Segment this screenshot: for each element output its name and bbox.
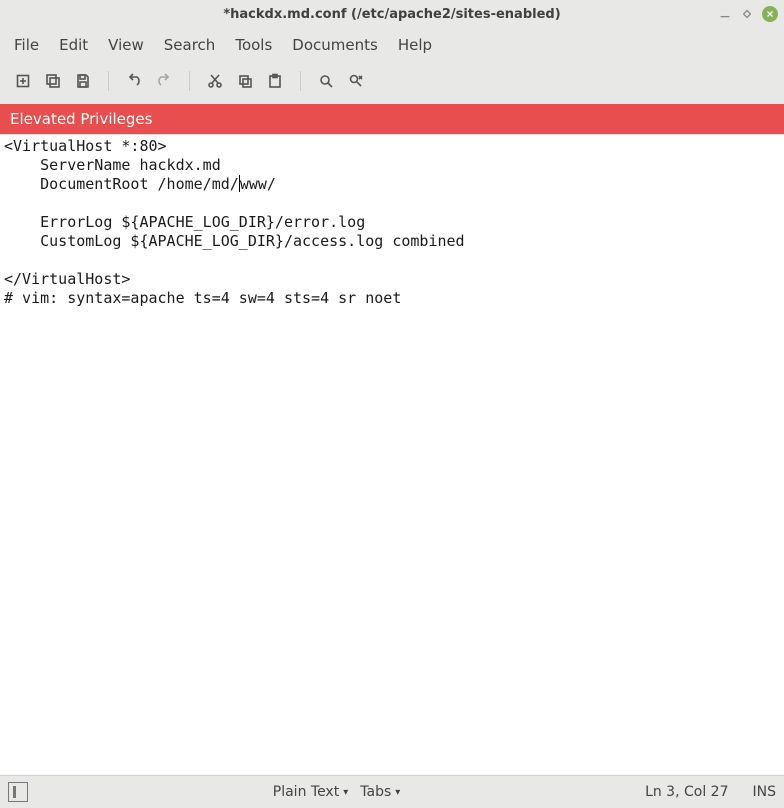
syntax-mode-selector[interactable]: Plain Text ▾ <box>273 784 348 800</box>
editor-area: <VirtualHost *:80> ServerName hackdx.md … <box>0 134 784 775</box>
indent-mode-selector[interactable]: Tabs ▾ <box>360 784 400 800</box>
menu-edit[interactable]: Edit <box>49 32 98 58</box>
paste-button[interactable] <box>262 68 288 94</box>
find-button[interactable] <box>313 68 339 94</box>
toolbar-separator <box>108 71 109 91</box>
menu-tools[interactable]: Tools <box>225 32 282 58</box>
text-editor[interactable]: <VirtualHost *:80> ServerName hackdx.md … <box>0 135 784 775</box>
toolbar-separator <box>300 71 301 91</box>
menu-documents[interactable]: Documents <box>282 32 388 58</box>
menu-file[interactable]: File <box>4 32 49 58</box>
text-cursor <box>239 175 240 192</box>
new-file-button[interactable] <box>10 68 36 94</box>
toolbar-separator <box>189 71 190 91</box>
dropdown-caret-icon: ▾ <box>395 787 400 798</box>
menu-view[interactable]: View <box>98 32 154 58</box>
close-button[interactable] <box>762 6 778 22</box>
window-title: *hackdx.md.conf (/etc/apache2/sites-enab… <box>223 7 560 22</box>
menu-bar: File Edit View Search Tools Documents He… <box>0 28 784 62</box>
find-replace-button[interactable] <box>343 68 369 94</box>
tool-bar <box>0 62 784 104</box>
syntax-mode-label: Plain Text <box>273 784 339 800</box>
redo-button[interactable] <box>151 68 177 94</box>
status-bar: Plain Text ▾ Tabs ▾ Ln 3, Col 27 INS <box>0 775 784 808</box>
menu-search[interactable]: Search <box>154 32 226 58</box>
cursor-position-label: Ln 3, Col 27 <box>645 784 728 800</box>
side-panel-toggle[interactable] <box>8 782 28 802</box>
cut-button[interactable] <box>202 68 228 94</box>
indent-mode-label: Tabs <box>360 784 391 800</box>
maximize-button[interactable] <box>740 7 754 21</box>
minimize-button[interactable] <box>718 7 732 21</box>
elevated-privileges-banner: Elevated Privileges <box>0 104 784 134</box>
insert-mode-label[interactable]: INS <box>753 784 777 800</box>
title-bar: *hackdx.md.conf (/etc/apache2/sites-enab… <box>0 0 784 28</box>
banner-text: Elevated Privileges <box>10 110 152 128</box>
save-file-button[interactable] <box>70 68 96 94</box>
copy-button[interactable] <box>232 68 258 94</box>
editor-window: *hackdx.md.conf (/etc/apache2/sites-enab… <box>0 0 784 808</box>
undo-button[interactable] <box>121 68 147 94</box>
dropdown-caret-icon: ▾ <box>343 787 348 798</box>
menu-help[interactable]: Help <box>388 32 442 58</box>
window-controls <box>718 0 778 28</box>
open-file-button[interactable] <box>40 68 66 94</box>
